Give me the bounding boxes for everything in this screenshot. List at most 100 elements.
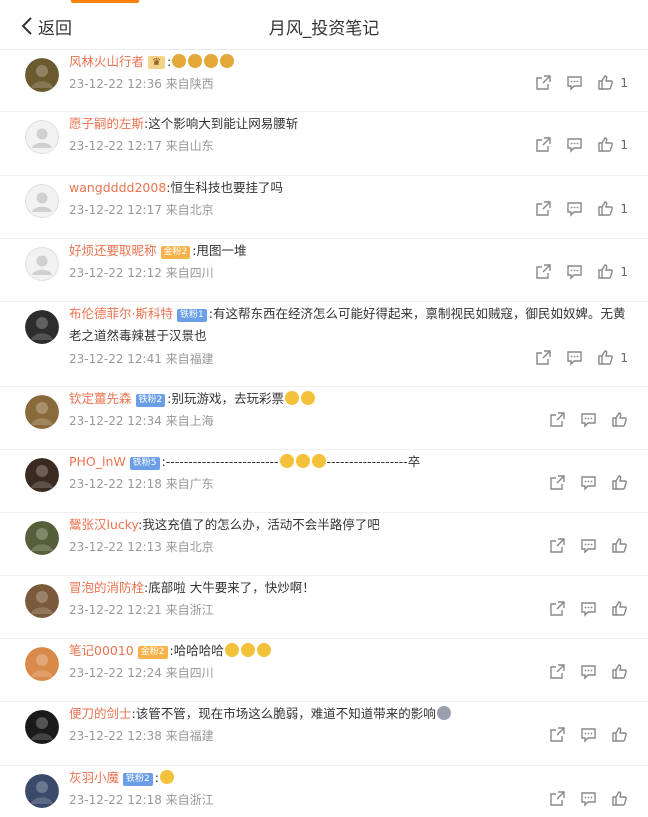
reply-button[interactable] bbox=[566, 263, 583, 280]
like-button[interactable] bbox=[611, 726, 628, 743]
reply-button[interactable] bbox=[580, 474, 597, 491]
fan-badge[interactable]: 铁粉2 bbox=[123, 773, 153, 786]
share-button[interactable] bbox=[549, 537, 566, 554]
username-link[interactable]: 鬶张汉lucky bbox=[69, 517, 138, 532]
avatar[interactable] bbox=[25, 310, 59, 344]
emoji-icon bbox=[300, 391, 315, 405]
username-link[interactable]: 钦定薑先森 bbox=[69, 391, 132, 406]
like-button[interactable] bbox=[611, 790, 628, 807]
reply-button[interactable] bbox=[566, 200, 583, 217]
like-button[interactable] bbox=[611, 537, 628, 554]
fan-badge[interactable]: 铁粉5 bbox=[129, 457, 160, 470]
share-icon bbox=[535, 136, 552, 153]
avatar[interactable] bbox=[25, 247, 59, 281]
share-button[interactable] bbox=[535, 136, 552, 153]
comment-row: 鬶张汉lucky:我这充值了的怎么办，活动不会半路停了吧 23-12-22 12:… bbox=[0, 513, 648, 576]
username-link[interactable]: 灰羽小魔 bbox=[69, 770, 119, 785]
avatar[interactable] bbox=[25, 395, 59, 429]
reply-button[interactable] bbox=[580, 790, 597, 807]
username-link[interactable]: wangdddd2008 bbox=[69, 180, 166, 195]
comment-actions: 1 bbox=[521, 200, 628, 217]
like-button[interactable] bbox=[611, 663, 628, 680]
share-button[interactable] bbox=[535, 263, 552, 280]
comment-content: PHO_lnW 铁粉5:------------------------- ----… bbox=[69, 451, 628, 473]
fan-badge[interactable]: 铁粉2 bbox=[135, 394, 166, 407]
share-button[interactable] bbox=[549, 600, 566, 617]
username-link[interactable]: PHO_lnW bbox=[69, 454, 126, 469]
avatar[interactable] bbox=[25, 774, 59, 808]
comment-row: 灰羽小魔 铁粉2: 23-12-22 12:18 来自浙江 bbox=[0, 766, 648, 817]
avatar[interactable] bbox=[25, 184, 59, 218]
avatar[interactable] bbox=[25, 458, 59, 492]
emoji-icon bbox=[295, 454, 310, 468]
username-link[interactable]: 好烦还要取昵称 bbox=[69, 243, 157, 258]
thumbs-up-icon bbox=[611, 600, 628, 617]
username-link[interactable]: 布伦德菲尔·斯科特 bbox=[69, 306, 173, 321]
share-icon bbox=[535, 74, 552, 91]
comment-text-tail: ------------------卒 bbox=[326, 454, 421, 469]
reply-button[interactable] bbox=[566, 136, 583, 153]
fan-badge[interactable]: 金粉2 bbox=[137, 646, 168, 659]
reply-button[interactable] bbox=[580, 726, 597, 743]
comment-content: 布伦德菲尔·斯科特 铁粉1:有这帮东西在经济怎么可能好得起来，禀制视民如贼寇，御民… bbox=[69, 303, 628, 347]
share-icon bbox=[535, 349, 552, 366]
share-button[interactable] bbox=[535, 349, 552, 366]
separator-colon: : bbox=[154, 770, 159, 785]
like-button[interactable] bbox=[611, 474, 628, 491]
like-count: 1 bbox=[620, 137, 628, 152]
comment-icon bbox=[566, 74, 583, 91]
reply-button[interactable] bbox=[580, 411, 597, 428]
thumbs-up-icon bbox=[611, 726, 628, 743]
comment-actions bbox=[535, 600, 628, 617]
comment-actions bbox=[535, 663, 628, 680]
fan-badge[interactable]: 金粉2 bbox=[160, 246, 191, 259]
like-button[interactable]: 1 bbox=[597, 263, 628, 280]
reply-button[interactable] bbox=[566, 74, 583, 91]
comment-text: 别玩游戏，去玩彩票 bbox=[171, 391, 284, 406]
comment-actions bbox=[535, 411, 628, 428]
active-tab-indicator bbox=[71, 0, 139, 3]
avatar[interactable] bbox=[25, 710, 59, 744]
avatar[interactable] bbox=[25, 521, 59, 555]
share-button[interactable] bbox=[549, 663, 566, 680]
username-link[interactable]: 冒泡的消防栓 bbox=[69, 580, 144, 595]
share-button[interactable] bbox=[535, 74, 552, 91]
reply-button[interactable] bbox=[580, 663, 597, 680]
comment-meta: 23-12-22 12:17 来自北京 bbox=[69, 203, 214, 217]
like-button[interactable] bbox=[611, 600, 628, 617]
comment-text: 哈哈哈哈 bbox=[173, 643, 224, 658]
share-button[interactable] bbox=[549, 411, 566, 428]
share-button[interactable] bbox=[549, 790, 566, 807]
share-icon bbox=[549, 537, 566, 554]
emoji-icon bbox=[256, 643, 271, 657]
reply-button[interactable] bbox=[580, 600, 597, 617]
reply-button[interactable] bbox=[580, 537, 597, 554]
username-link[interactable]: 便刀的剑士 bbox=[69, 706, 132, 721]
like-button[interactable]: 1 bbox=[597, 200, 628, 217]
fan-badge[interactable]: ♛ bbox=[148, 56, 165, 69]
like-button[interactable] bbox=[611, 411, 628, 428]
comment-meta: 23-12-22 12:41 来自福建 bbox=[69, 352, 214, 366]
share-button[interactable] bbox=[549, 474, 566, 491]
share-icon bbox=[549, 790, 566, 807]
fan-badge[interactable]: 铁粉1 bbox=[176, 309, 207, 322]
comment-content: 好烦还要取昵称 金粉2:甩图一堆 bbox=[69, 240, 628, 262]
avatar[interactable] bbox=[25, 647, 59, 681]
avatar[interactable] bbox=[25, 584, 59, 618]
avatar[interactable] bbox=[25, 120, 59, 154]
emoji-icon bbox=[311, 454, 326, 468]
like-button[interactable]: 1 bbox=[597, 74, 628, 91]
comment-list: 风林火山行者 ♛:23-12-22 12:36 来自陕西 1 愿子嗣的左斯:这个影响大… bbox=[0, 50, 648, 817]
reply-button[interactable] bbox=[566, 349, 583, 366]
comment-row: 钦定薑先森 铁粉2:别玩游戏，去玩彩票 23-12-22 12:34 来自上海 bbox=[0, 387, 648, 450]
username-link[interactable]: 笔记00010 bbox=[69, 643, 134, 658]
comment-row: 愿子嗣的左斯:这个影响大到能让网易腰斩 23-12-22 12:17 来自山东 1 bbox=[0, 112, 648, 176]
share-button[interactable] bbox=[535, 200, 552, 217]
like-button[interactable]: 1 bbox=[597, 349, 628, 366]
username-link[interactable]: 风林火山行者 bbox=[69, 54, 144, 69]
emoji-icon bbox=[284, 391, 299, 405]
share-button[interactable] bbox=[549, 726, 566, 743]
username-link[interactable]: 愿子嗣的左斯 bbox=[69, 116, 144, 131]
avatar[interactable] bbox=[25, 58, 59, 92]
like-button[interactable]: 1 bbox=[597, 136, 628, 153]
